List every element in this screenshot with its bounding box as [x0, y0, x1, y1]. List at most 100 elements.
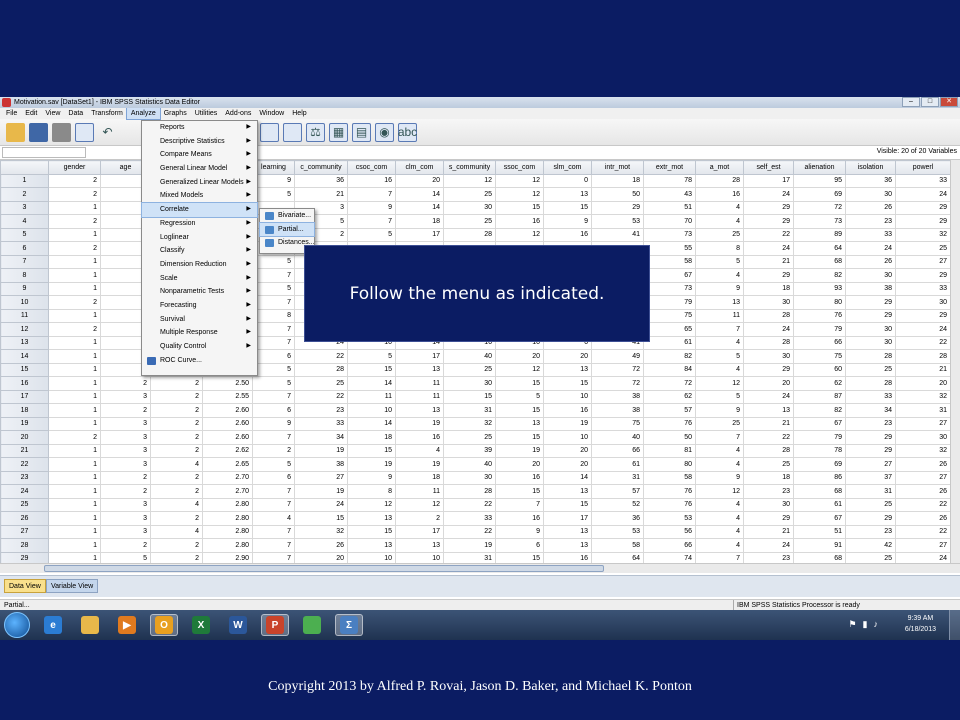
data-cell[interactable]: 2.80 — [202, 511, 253, 526]
row-number[interactable]: 16 — [0, 376, 49, 391]
data-cell[interactable]: 19 — [347, 457, 396, 472]
data-cell[interactable]: 66 — [591, 443, 644, 458]
analyze-menu-item-compare-means[interactable]: Compare Means ▶ — [142, 148, 257, 162]
data-cell[interactable]: 13 — [495, 416, 544, 431]
data-cell[interactable]: 14 — [543, 470, 592, 485]
row-number[interactable]: 26 — [0, 511, 49, 526]
row-number[interactable]: 4 — [0, 214, 49, 229]
data-cell[interactable]: 9 — [347, 470, 396, 485]
data-cell[interactable]: 32 — [443, 416, 496, 431]
data-cell[interactable]: 73 — [793, 214, 846, 229]
data-cell[interactable]: 16 — [495, 511, 544, 526]
table-row[interactable]: 18 1 2 2 2.60 6 23 10 13 31 15 16 38 57 9 13 82 34 31 — [0, 403, 951, 418]
taskbar-word-button[interactable]: W — [224, 614, 252, 636]
minimize-button[interactable]: – — [902, 97, 920, 107]
data-cell[interactable]: 93 — [793, 281, 846, 296]
correlate-item-bivariate[interactable]: Bivariate... — [260, 209, 314, 223]
data-cell[interactable]: 29 — [743, 200, 794, 215]
data-cell[interactable]: 66 — [793, 335, 846, 350]
data-cell[interactable]: 2 — [252, 443, 295, 458]
data-cell[interactable]: 11 — [395, 484, 444, 499]
data-cell[interactable]: 6 — [252, 349, 295, 364]
data-cell[interactable]: 67 — [643, 268, 696, 283]
data-cell[interactable]: 23 — [845, 416, 896, 431]
data-cell[interactable]: 17 — [395, 524, 444, 539]
data-cell[interactable]: 32 — [895, 227, 951, 242]
data-cell[interactable]: 1 — [48, 254, 101, 269]
data-cell[interactable]: 1 — [48, 497, 101, 512]
column-header[interactable]: self_est — [743, 160, 794, 175]
row-number[interactable]: 20 — [0, 430, 49, 445]
data-cell[interactable]: 40 — [443, 457, 496, 472]
split-file-icon[interactable] — [283, 122, 302, 142]
data-cell[interactable]: 24 — [743, 538, 794, 553]
menu-window[interactable]: Window — [255, 108, 288, 119]
data-cell[interactable]: 1 — [48, 268, 101, 283]
data-cell[interactable]: 16 — [347, 173, 396, 188]
row-number[interactable]: 25 — [0, 497, 49, 512]
data-cell[interactable]: 4 — [695, 335, 744, 350]
data-cell[interactable]: 30 — [743, 295, 794, 310]
data-cell[interactable]: 5 — [252, 254, 295, 269]
data-cell[interactable]: 51 — [793, 524, 846, 539]
table-row[interactable]: 27 1 3 4 2.80 7 32 15 17 22 9 13 53 56 4 21 51 23 22 — [0, 524, 951, 539]
data-cell[interactable]: 13 — [543, 538, 592, 553]
data-cell[interactable]: 23 — [845, 214, 896, 229]
taskbar-powerpoint-button[interactable]: P — [261, 614, 289, 636]
data-cell[interactable]: 2 — [150, 470, 203, 485]
data-cell[interactable]: 7 — [252, 335, 295, 350]
data-cell[interactable]: 21 — [743, 524, 794, 539]
data-cell[interactable]: 5 — [347, 349, 396, 364]
data-cell[interactable]: 2 — [150, 416, 203, 431]
data-cell[interactable]: 11 — [695, 308, 744, 323]
data-cell[interactable]: 32 — [294, 524, 348, 539]
data-cell[interactable]: 17 — [743, 173, 794, 188]
data-cell[interactable]: 19 — [395, 416, 444, 431]
data-cell[interactable]: 14 — [395, 187, 444, 202]
data-cell[interactable]: 4 — [695, 497, 744, 512]
data-cell[interactable]: 1 — [48, 308, 101, 323]
data-cell[interactable]: 2 — [48, 187, 101, 202]
data-cell[interactable]: 61 — [793, 497, 846, 512]
row-number[interactable]: 1 — [0, 173, 49, 188]
data-cell[interactable]: 43 — [643, 187, 696, 202]
data-cell[interactable]: 29 — [845, 511, 896, 526]
data-cell[interactable]: 17 — [543, 511, 592, 526]
data-cell[interactable]: 3 — [100, 416, 151, 431]
data-cell[interactable]: 18 — [743, 470, 794, 485]
data-cell[interactable]: 19 — [443, 538, 496, 553]
data-cell[interactable]: 62 — [643, 389, 696, 404]
data-cell[interactable]: 9 — [543, 214, 592, 229]
data-cell[interactable]: 7 — [252, 322, 295, 337]
data-cell[interactable]: 11 — [347, 389, 396, 404]
data-cell[interactable]: 1 — [48, 511, 101, 526]
data-cell[interactable]: 7 — [347, 214, 396, 229]
row-number[interactable]: 8 — [0, 268, 49, 283]
data-cell[interactable]: 2.80 — [202, 538, 253, 553]
analyze-menu-item-correlate[interactable]: Correlate ▶ — [141, 202, 258, 218]
data-cell[interactable]: 38 — [294, 457, 348, 472]
data-cell[interactable]: 24 — [294, 497, 348, 512]
data-cell[interactable]: 16 — [395, 430, 444, 445]
analyze-menu-item-forecasting[interactable]: Forecasting ▶ — [142, 299, 257, 313]
data-cell[interactable]: 51 — [643, 200, 696, 215]
data-cell[interactable]: 13 — [395, 538, 444, 553]
table-row[interactable]: 19 1 3 2 2.60 9 33 14 19 32 13 19 75 76 25 21 67 23 27 — [0, 416, 951, 431]
data-cell[interactable]: 30 — [443, 200, 496, 215]
data-cell[interactable]: 69 — [793, 187, 846, 202]
data-cell[interactable]: 13 — [543, 362, 592, 377]
menu-data[interactable]: Data — [64, 108, 87, 119]
data-cell[interactable]: 20 — [395, 173, 444, 188]
data-cell[interactable]: 12 — [495, 187, 544, 202]
row-number[interactable]: 5 — [0, 227, 49, 242]
data-cell[interactable]: 20 — [543, 457, 592, 472]
correlate-item-partial[interactable]: Partial... — [259, 221, 315, 238]
data-cell[interactable]: 15 — [495, 484, 544, 499]
data-cell[interactable]: 18 — [591, 173, 644, 188]
data-cell[interactable]: 31 — [591, 470, 644, 485]
data-cell[interactable]: 26 — [895, 484, 951, 499]
data-cell[interactable]: 3 — [100, 443, 151, 458]
data-cell[interactable]: 4 — [695, 524, 744, 539]
data-cell[interactable]: 7 — [252, 484, 295, 499]
data-cell[interactable]: 2 — [48, 322, 101, 337]
